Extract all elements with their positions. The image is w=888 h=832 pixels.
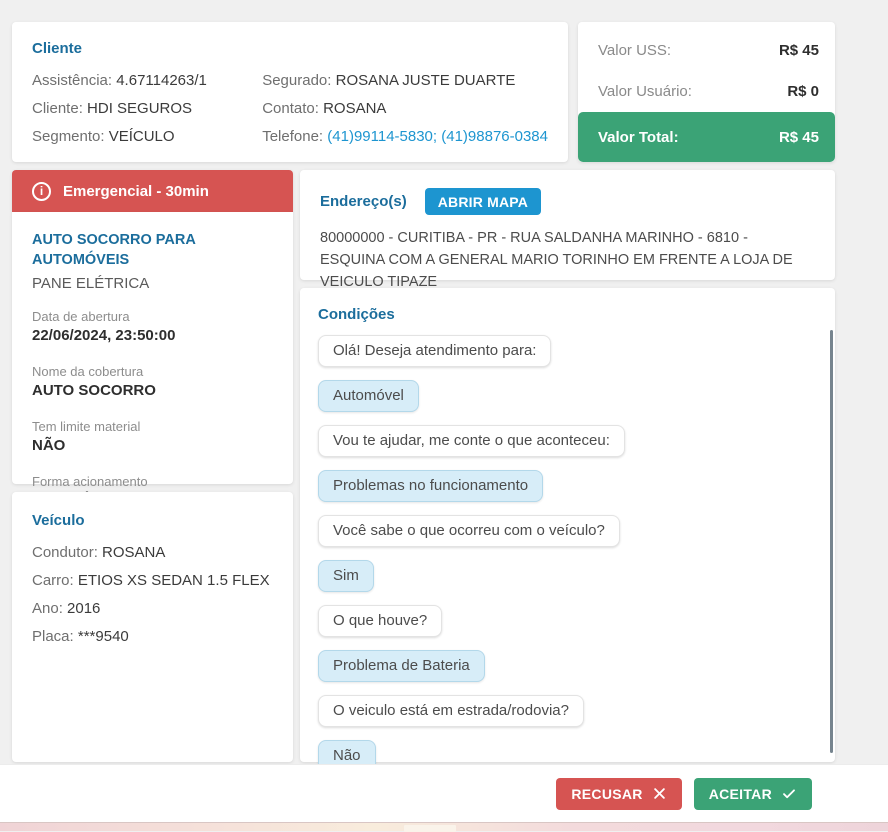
chat-message: O veiculo está em estrada/rodovia?: [318, 695, 815, 740]
pricing-card: Valor USS: R$ 45 Valor Usuário: R$ 0 Val…: [578, 22, 835, 162]
valor-usuario-row: Valor Usuário: R$ 0: [578, 71, 835, 112]
client-card-title: Cliente: [32, 40, 548, 57]
valor-uss-row: Valor USS: R$ 45: [578, 30, 835, 71]
field-condutor: Condutor: ROSANA: [32, 539, 273, 567]
emergency-banner: i Emergencial - 30min: [12, 170, 293, 212]
chat-scrollbar[interactable]: [830, 330, 833, 753]
chat-message: Você sabe o que ocorreu com o veículo?: [318, 515, 815, 560]
chat-message: O que houve?: [318, 605, 815, 650]
field-cliente: Cliente: HDI SEGUROS: [32, 95, 262, 123]
service-details-card: AUTO SOCORRO PARA AUTOMÓVEIS PANE ELÉTRI…: [12, 212, 293, 484]
chat-message: Olá! Deseja atendimento para:: [318, 335, 815, 380]
valor-total-bar: Valor Total: R$ 45: [578, 112, 835, 162]
chat-message: Problema de Bateria: [318, 650, 815, 695]
check-icon: [781, 786, 797, 801]
emergency-banner-label: Emergencial - 30min: [63, 183, 209, 200]
footer-action-bar: RECUSAR ACEITAR: [0, 764, 888, 822]
info-icon: i: [32, 182, 51, 201]
vehicle-card-title: Veículo: [32, 512, 273, 529]
address-card: Endereço(s) ABRIR MAPA 80000000 - CURITI…: [300, 170, 835, 280]
client-card: Cliente Assistência: 4.67114263/1 Client…: [12, 22, 568, 162]
field-segurado: Segurado: ROSANA JUSTE DUARTE: [262, 67, 548, 95]
field-assistencia: Assistência: 4.67114263/1: [32, 67, 262, 95]
background-content-strip: [0, 822, 888, 831]
detail-nome-cobertura: Nome da cobertura AUTO SOCORRO: [32, 363, 273, 402]
x-icon: [652, 786, 667, 801]
field-carro: Carro: ETIOS XS SEDAN 1.5 FLEX: [32, 567, 273, 595]
open-map-button[interactable]: ABRIR MAPA: [425, 188, 541, 215]
service-subtitle: PANE ELÉTRICA: [32, 275, 273, 292]
field-segmento: Segmento: VEÍCULO: [32, 123, 262, 151]
detail-data-abertura: Data de abertura 22/06/2024, 23:50:00: [32, 308, 273, 347]
chat-message: Automóvel: [318, 380, 815, 425]
phone-link[interactable]: (41)99114-5830; (41)98876-0384: [327, 128, 548, 145]
chat-message: Sim: [318, 560, 815, 605]
accept-button[interactable]: ACEITAR: [694, 778, 812, 810]
field-placa: Placa: ***9540: [32, 623, 273, 651]
field-telefone: Telefone: (41)99114-5830; (41)98876-0384: [262, 123, 548, 151]
client-fields: Assistência: 4.67114263/1 Cliente: HDI S…: [32, 67, 548, 151]
chat-message: Vou te ajudar, me conte o que aconteceu:: [318, 425, 815, 470]
address-card-title: Endereço(s): [320, 193, 407, 210]
detail-limite-material: Tem limite material NÃO: [32, 418, 273, 457]
conditions-card: Condições Olá! Deseja atendimento para: …: [300, 288, 835, 762]
reject-button[interactable]: RECUSAR: [556, 778, 681, 810]
chat-message: Problemas no funcionamento: [318, 470, 815, 515]
field-ano: Ano: 2016: [32, 595, 273, 623]
vehicle-card: Veículo Condutor: ROSANA Carro: ETIOS XS…: [12, 492, 293, 762]
service-title: AUTO SOCORRO PARA AUTOMÓVEIS: [32, 230, 273, 270]
conditions-card-title: Condições: [318, 306, 815, 323]
address-text: 80000000 - CURITIBA - PR - RUA SALDANHA …: [320, 227, 815, 293]
field-contato: Contato: ROSANA: [262, 95, 548, 123]
